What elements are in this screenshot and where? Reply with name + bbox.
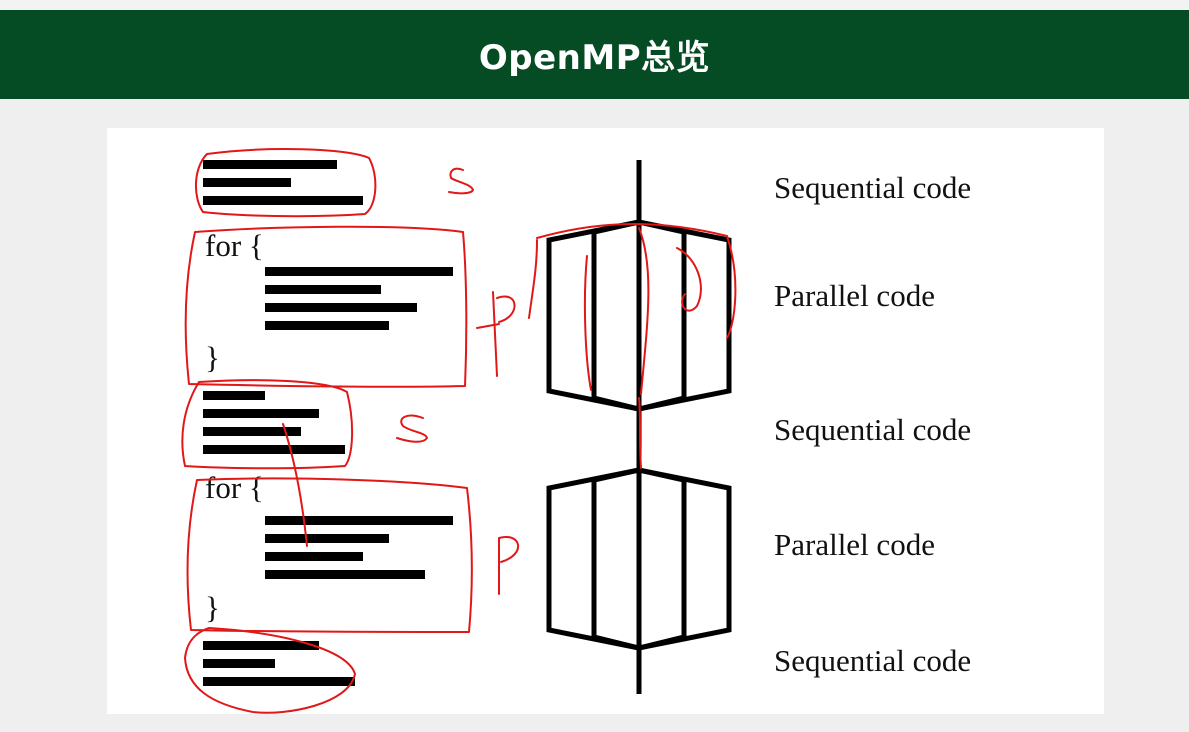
- annotation-circle-seq-2: [181, 379, 354, 470]
- label-sequential-code: Sequential code: [774, 412, 972, 447]
- annotation-circle-seq-1: [194, 148, 377, 218]
- annotation-letter-s-1: [448, 167, 474, 195]
- annotation-letter-s-2: [396, 414, 428, 443]
- top-strip: [0, 0, 1189, 10]
- annotation-letter-p-1: [476, 291, 516, 377]
- label-sequential-code: Sequential code: [774, 170, 972, 205]
- annotation-tick-line: [282, 423, 308, 547]
- slide-header: OpenMP总览: [0, 10, 1189, 99]
- label-parallel-code: Parallel code: [774, 527, 935, 562]
- annotation-circle-seq-3: [184, 627, 356, 714]
- slide-title: OpenMP总览: [478, 38, 711, 78]
- annotation-letter-p-2: [498, 535, 520, 595]
- label-sequential-code: Sequential code: [774, 643, 972, 678]
- annotation-box-par-2: [186, 477, 473, 633]
- diagram-panel: for { } for { } Sequential code Parallel…: [107, 128, 1104, 714]
- annotation-box-par-1: [184, 225, 468, 388]
- label-parallel-code: Parallel code: [774, 278, 935, 313]
- annotation-threads-1: [528, 222, 737, 469]
